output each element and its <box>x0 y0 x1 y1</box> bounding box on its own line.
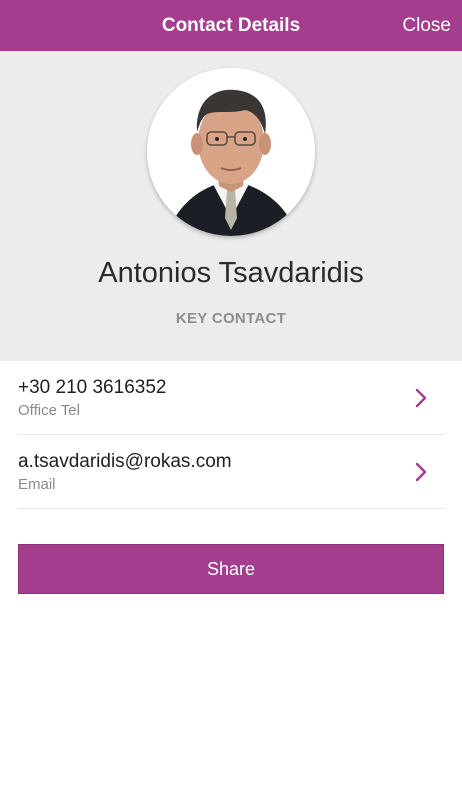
contact-name: Antonios Tsavdaridis <box>98 257 364 289</box>
office-tel-value: +30 210 3616352 <box>18 377 167 398</box>
nav-bar: Contact Details Close <box>0 0 462 51</box>
office-tel-label: Office Tel <box>18 402 80 419</box>
detail-row-email[interactable]: a.tsavdaridis@rokas.com Email <box>18 435 444 509</box>
share-button[interactable]: Share <box>18 544 444 594</box>
avatar-photo <box>147 68 315 236</box>
chevron-right-icon <box>415 388 427 408</box>
close-button[interactable]: Close <box>402 0 451 51</box>
detail-row-office-tel[interactable]: +30 210 3616352 Office Tel <box>18 361 444 435</box>
page-title: Contact Details <box>161 15 301 36</box>
email-value: a.tsavdaridis@rokas.com <box>18 451 232 472</box>
avatar <box>147 68 315 236</box>
contact-role: KEY CONTACT <box>175 310 287 327</box>
contact-header: Antonios Tsavdaridis KEY CONTACT <box>0 51 462 361</box>
chevron-right-icon <box>415 462 427 482</box>
email-label: Email <box>18 476 56 493</box>
